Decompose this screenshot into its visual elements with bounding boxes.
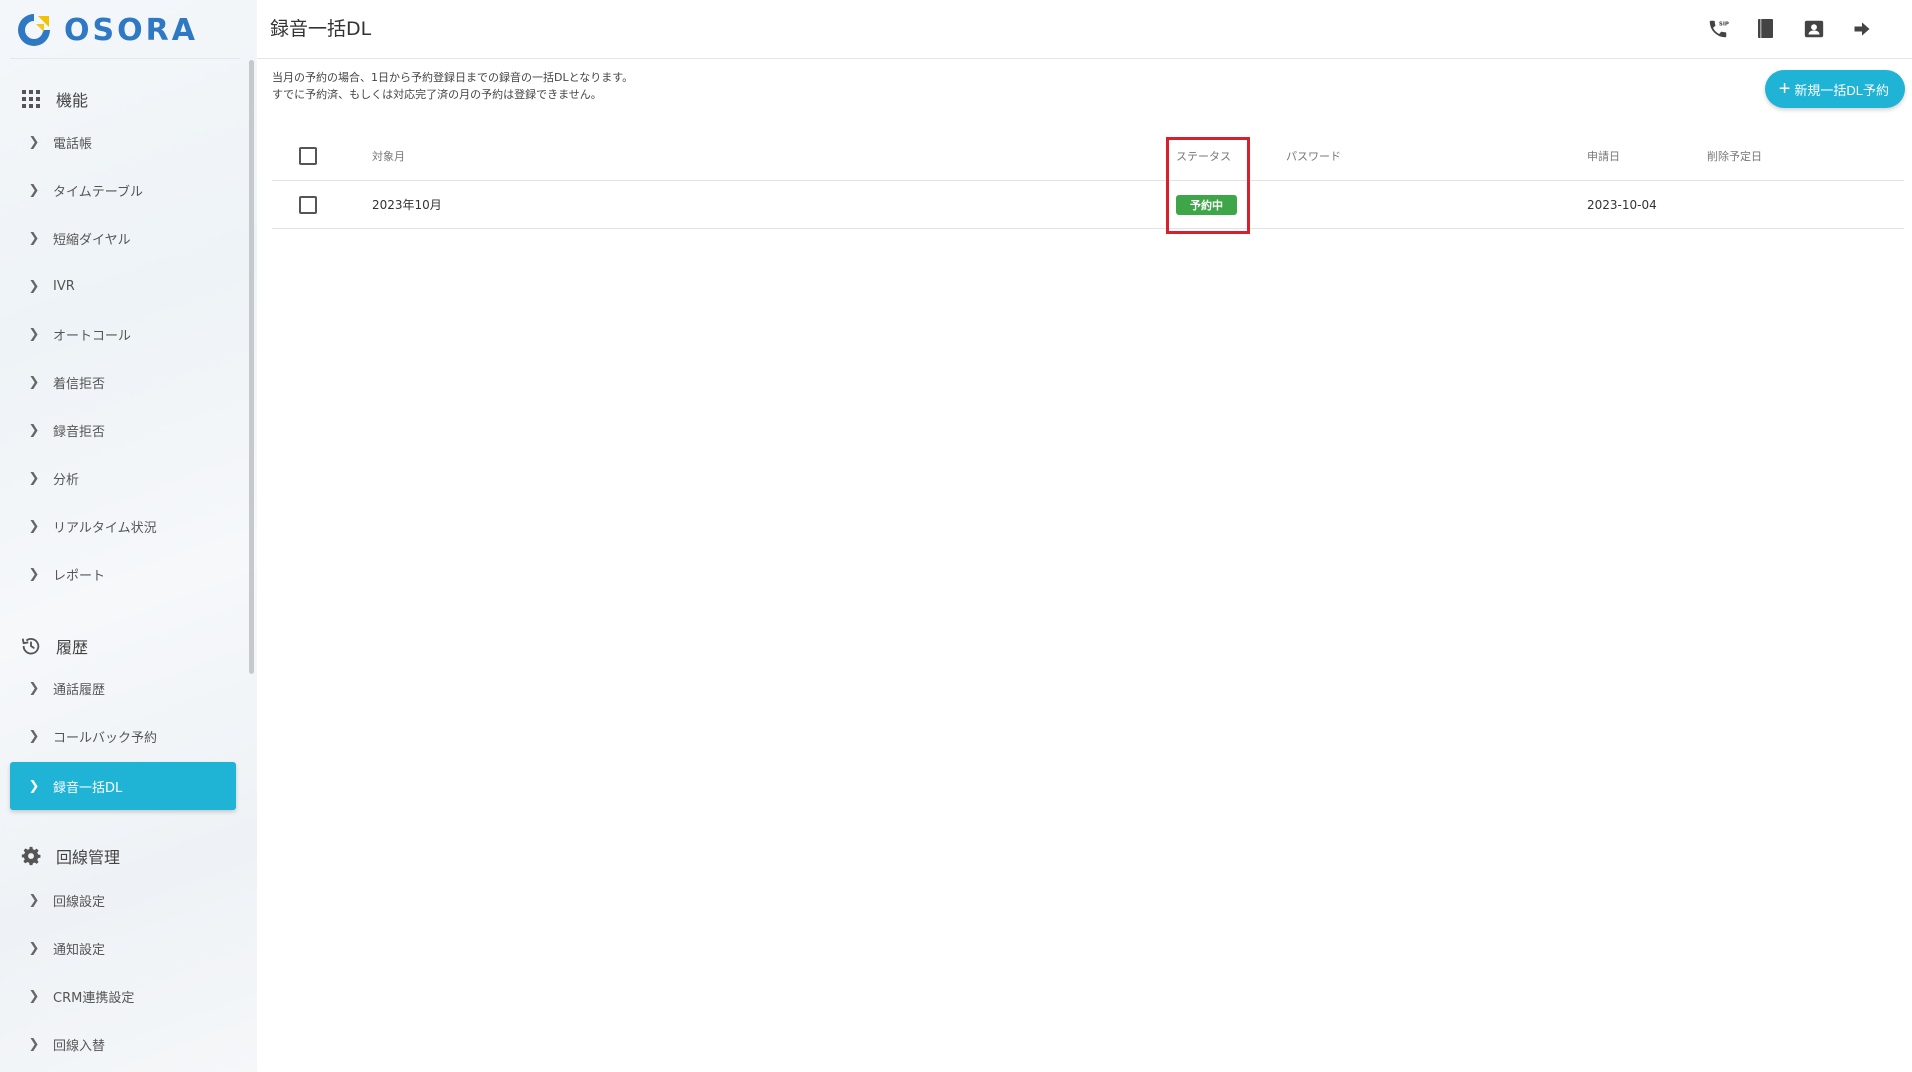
sidebar-item-recording-bulk-dl[interactable]: ❯ 録音一括DL [10,762,236,810]
contact-card-icon[interactable] [1790,14,1838,44]
sidebar-item-label: 録音一括DL [53,780,123,796]
sidebar-item-label: 電話帳 [53,136,93,152]
sidebar-item-label: タイムテーブル [53,184,143,200]
sidebar-item-analysis[interactable]: ❯ 分析 [10,458,236,498]
sidebar-item-speed-dial[interactable]: ❯ 短縮ダイヤル [10,218,236,258]
page-title: 録音一括DL [270,18,372,40]
section-line-management: 回線管理 [20,841,120,871]
status-badge: 予約中 [1176,194,1237,215]
notice-line: 当月の予約の場合、1日から予約登録日までの録音の一括DLとなります。 [272,71,634,84]
sidebar-item-crm-settings[interactable]: ❯ CRM連携設定 [10,976,236,1016]
section-label: 回線管理 [56,848,121,867]
sidebar-item-call-reject[interactable]: ❯ 着信拒否 [10,362,236,402]
sidebar-item-label: オートコール [53,328,132,344]
section-features: 機能 [20,84,88,114]
svg-text:SIP: SIP [1719,21,1729,27]
chevron-right-icon: ❯ [28,278,40,294]
sidebar-item-label: 通知設定 [53,942,106,958]
sidebar-item-notification-settings[interactable]: ❯ 通知設定 [10,928,236,968]
chevron-right-icon: ❯ [28,892,40,908]
chevron-right-icon: ❯ [28,680,40,696]
table-header-row: 対象月 ステータス パスワード 申請日 削除予定日 [272,132,1904,181]
chevron-right-icon: ❯ [28,940,40,956]
new-bulk-dl-button-label: 新規一括DL予約 [1794,82,1889,98]
plus-icon: + [1778,78,1791,100]
sidebar-item-call-history[interactable]: ❯ 通話履歴 [10,668,236,708]
chevron-right-icon: ❯ [28,1036,40,1052]
table-row[interactable]: 2023年10月 予約中 2023-10-04 [272,181,1904,229]
chevron-right-icon: ❯ [28,422,40,438]
reservation-table: 対象月 ステータス パスワード 申請日 削除予定日 2023年10月 予約中 2… [272,132,1904,229]
sidebar-item-label: リアルタイム状況 [53,520,157,536]
sidebar-item-label: 着信拒否 [53,376,106,392]
sidebar-item-report[interactable]: ❯ レポート [10,554,236,594]
sidebar-item-ivr[interactable]: ❯ IVR [10,266,236,306]
section-label: 機能 [56,91,89,110]
chevron-right-icon: ❯ [28,518,40,534]
book-icon[interactable] [1742,14,1790,44]
select-all-checkbox[interactable] [299,147,317,165]
chevron-right-icon: ❯ [28,326,40,342]
osora-logo-icon [14,10,54,50]
sidebar-item-label: 短縮ダイヤル [53,232,131,248]
column-header-month[interactable]: 対象月 [372,132,405,180]
chevron-right-icon: ❯ [28,566,40,582]
sidebar-scrollbar[interactable] [249,60,254,674]
gear-icon [20,845,42,867]
sidebar-item-autocall[interactable]: ❯ オートコール [10,314,236,354]
logo-text: OSORA [64,12,198,48]
column-header-delete-date[interactable]: 削除予定日 [1707,132,1762,180]
section-history: 履歴 [20,631,88,661]
row-checkbox[interactable] [299,195,317,214]
sidebar-item-phonebook[interactable]: ❯ 電話帳 [10,122,236,162]
grid-icon [20,88,42,110]
select-all-cell [299,132,317,180]
sidebar-item-label: コールバック予約 [53,730,158,746]
header-divider [257,58,1912,59]
new-bulk-dl-button[interactable]: + 新規一括DL予約 [1764,70,1905,108]
notice-text: 当月の予約の場合、1日から予約登録日までの録音の一括DLとなります。 すでに予約… [272,69,633,103]
sidebar-item-label: IVR [53,278,75,294]
column-header-status[interactable]: ステータス [1176,132,1231,180]
notice-line: すでに予約済、もしくは対応完了済の月の予約は登録できません。 [272,88,602,101]
sidebar-item-label: 回線設定 [53,894,106,910]
chevron-right-icon: ❯ [28,728,40,744]
sidebar-item-callback[interactable]: ❯ コールバック予約 [10,716,236,756]
cell-status: 予約中 [1176,181,1237,228]
header-toolbar: SIP [1694,14,1886,44]
chevron-right-icon: ❯ [28,374,40,390]
chevron-right-icon: ❯ [28,230,40,246]
column-header-password[interactable]: パスワード [1286,132,1341,180]
sidebar-item-label: 分析 [53,472,80,488]
sidebar-item-line-swap[interactable]: ❯ 回線入替 [10,1024,236,1064]
chevron-right-icon: ❯ [28,778,40,794]
sidebar-item-label: 回線入替 [53,1038,106,1054]
sidebar-item-label: CRM連携設定 [53,990,135,1006]
sidebar-item-label: 通話履歴 [53,682,106,698]
chevron-right-icon: ❯ [28,134,40,150]
row-select-cell [299,181,317,228]
cell-applied-date: 2023-10-04 [1587,197,1657,212]
sidebar-item-timetable[interactable]: ❯ タイムテーブル [10,170,236,210]
column-header-applied-date[interactable]: 申請日 [1587,132,1620,180]
section-label: 履歴 [56,638,89,657]
logout-arrow-icon[interactable] [1838,14,1886,44]
sidebar-item-line-settings[interactable]: ❯ 回線設定 [10,880,236,920]
sidebar-item-label: 録音拒否 [53,424,106,440]
chevron-right-icon: ❯ [28,470,40,486]
logo-divider [10,58,240,59]
sidebar-item-recording-reject[interactable]: ❯ 録音拒否 [10,410,236,450]
history-icon [20,635,42,657]
sidebar-item-label: レポート [53,568,106,584]
cell-month: 2023年10月 [372,198,442,212]
logo[interactable]: OSORA [14,8,198,52]
sidebar: OSORA 機能 ❯ 電話帳 ❯ タイムテーブル ❯ 短縮ダイヤル ❯ IVR ❯ オート… [0,0,257,1072]
chevron-right-icon: ❯ [28,182,40,198]
sip-phone-icon[interactable]: SIP [1694,14,1742,44]
sidebar-item-realtime[interactable]: ❯ リアルタイム状況 [10,506,236,546]
chevron-right-icon: ❯ [28,988,40,1004]
